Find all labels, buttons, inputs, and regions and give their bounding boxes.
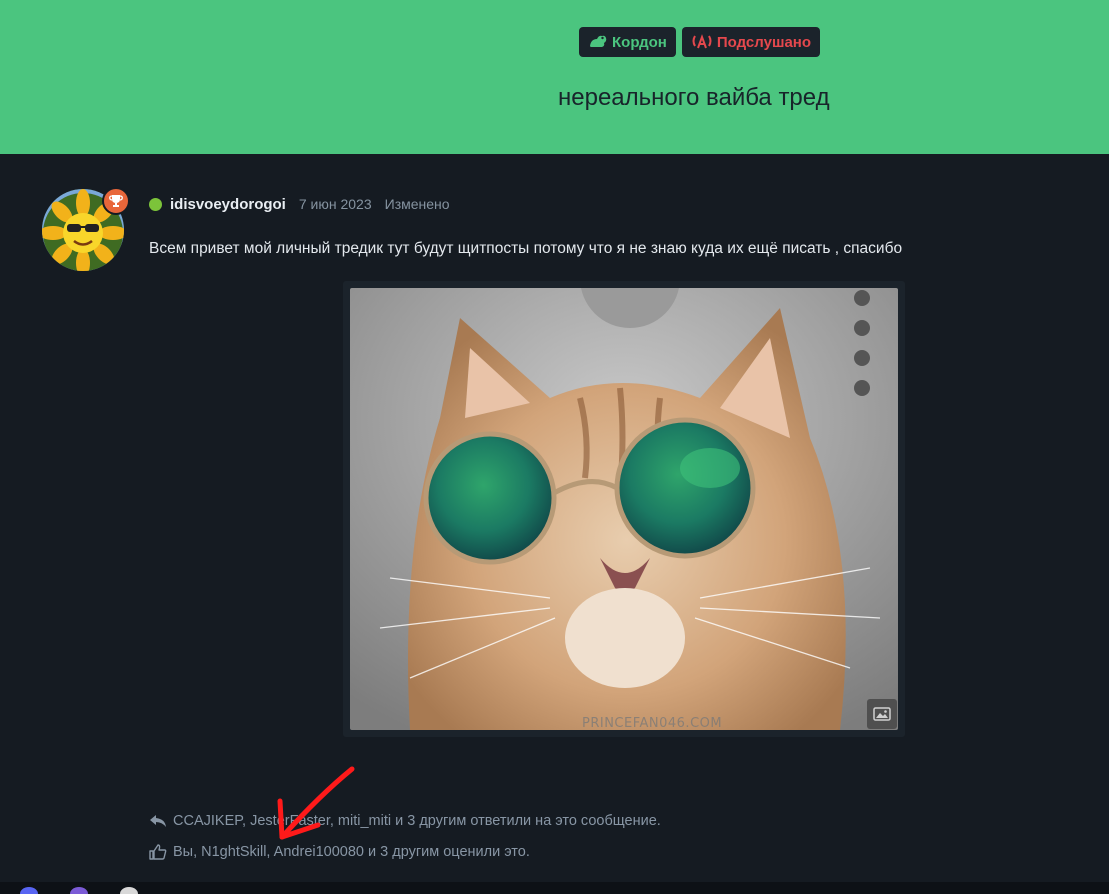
badge-podslushano-label: Подслушано xyxy=(716,33,812,51)
reply-icon xyxy=(149,814,167,828)
thumbs-up-icon xyxy=(149,844,167,860)
badge-podslushano[interactable]: Подслушано xyxy=(681,27,821,57)
thread-header: Кордон Подслушано нереального вайба тред xyxy=(0,0,1109,154)
likes-summary[interactable]: Вы, N1ghtSkill, Andrei100080 и 3 другим … xyxy=(149,841,661,863)
author-username[interactable]: idisvoeydorogoi xyxy=(170,196,286,213)
discord-icon[interactable] xyxy=(20,887,38,894)
edited-label: Изменено xyxy=(384,196,450,212)
media-watermark: PRINCEFAN046.COM xyxy=(582,716,723,731)
online-status-dot xyxy=(149,197,162,211)
post-date[interactable]: 7 июн 2023 xyxy=(299,196,372,212)
post-meta: idisvoeydorogoi 7 июн 2023 Изменено xyxy=(149,194,450,214)
badge-kordon[interactable]: Кордон xyxy=(579,27,676,57)
post-media-cat-image[interactable] xyxy=(350,288,898,730)
thread-title: нереального вайба тред xyxy=(558,84,830,111)
author-avatar-wrap xyxy=(42,187,130,271)
taskbar-strip xyxy=(0,882,1109,894)
replies-summary[interactable]: CCAJIKEP, JesterFaster, miti_miti и 3 др… xyxy=(149,810,661,832)
broadcast-icon xyxy=(691,33,713,51)
app-icon[interactable] xyxy=(70,887,88,894)
reactions-block: CCAJIKEP, JesterFaster, miti_miti и 3 др… xyxy=(149,810,661,872)
frog-icon xyxy=(588,34,608,50)
prefix-badges: Кордон Подслушано xyxy=(579,27,821,57)
image-icon[interactable] xyxy=(867,699,897,729)
likes-text: Вы, N1ghtSkill, Andrei100080 и 3 другим … xyxy=(173,844,530,860)
trophy-icon[interactable] xyxy=(102,187,130,215)
replies-text: CCAJIKEP, JesterFaster, miti_miti и 3 др… xyxy=(173,813,661,829)
post-message: Всем привет мой личный тредик тут будут … xyxy=(149,240,903,257)
badge-kordon-label: Кордон xyxy=(612,33,667,51)
app-icon-2[interactable] xyxy=(120,887,138,894)
